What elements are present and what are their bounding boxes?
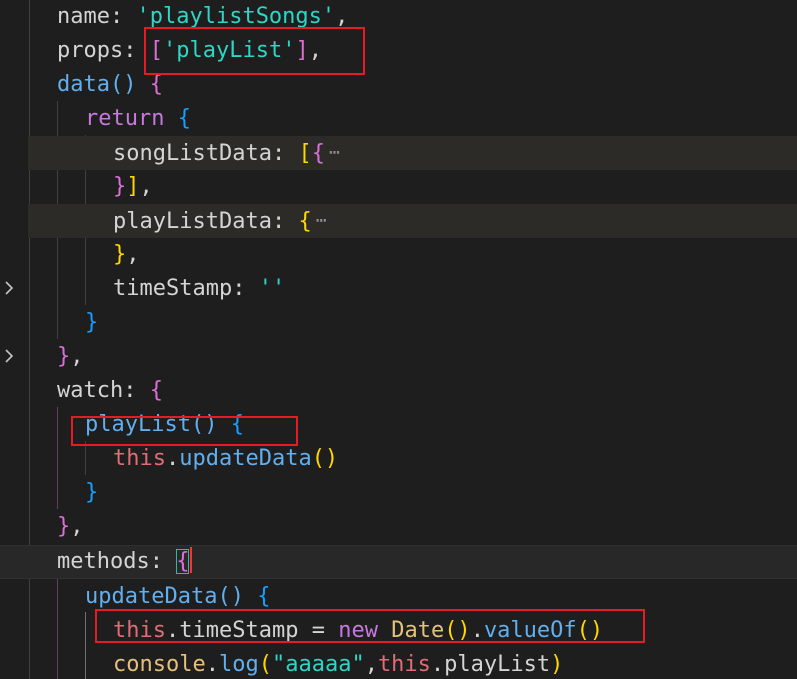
brace: { <box>311 141 325 166</box>
brace: { <box>298 209 312 234</box>
comma: , <box>139 174 153 199</box>
dot: . <box>430 652 445 677</box>
brace: } <box>57 344 71 369</box>
property-key: watch <box>57 378 124 403</box>
code-editor[interactable]: name: 'playlistSongs', props: ['playList… <box>0 0 797 679</box>
code-line[interactable]: }], <box>0 170 797 204</box>
brace: { <box>257 584 271 609</box>
code-line[interactable]: }, <box>0 340 797 374</box>
code-line[interactable]: }, <box>0 238 797 272</box>
code-line[interactable]: watch: { <box>0 374 797 408</box>
colon: : <box>271 209 299 234</box>
keyword: return <box>85 106 165 131</box>
parens: () <box>311 446 339 471</box>
brace: } <box>85 480 99 505</box>
this-keyword: this <box>113 446 166 471</box>
code-line[interactable]: } <box>0 306 797 340</box>
function-name: updateData <box>179 446 312 471</box>
brace: } <box>57 514 71 539</box>
property-key: songListData <box>113 141 272 166</box>
parens: () <box>109 72 137 97</box>
code-line[interactable]: }, <box>0 510 797 544</box>
comma: , <box>70 514 84 539</box>
fold-ellipsis[interactable]: ⋯ <box>329 142 340 163</box>
property-key: methods <box>57 549 150 574</box>
code-line[interactable]: this.updateData() <box>0 442 797 476</box>
code-line[interactable]: console.log("aaaaa",this.playList) <box>0 648 797 679</box>
object-name: console <box>113 652 206 677</box>
comma: , <box>126 242 140 267</box>
comma: , <box>335 4 349 29</box>
code-line[interactable]: name: 'playlistSongs', <box>0 0 797 34</box>
colon: : <box>271 141 299 166</box>
dot: . <box>205 652 219 677</box>
brace: { <box>177 106 191 131</box>
paren: ( <box>258 652 272 677</box>
code-line[interactable]: } <box>0 476 797 510</box>
brace: } <box>113 242 127 267</box>
colon: : <box>232 276 259 301</box>
parens: () <box>217 584 244 609</box>
colon: : <box>123 378 150 403</box>
fold-ellipsis[interactable]: ⋯ <box>316 210 327 231</box>
brace: } <box>113 174 127 199</box>
string-literal: '' <box>258 276 286 301</box>
string-literal: "aaaaa" <box>271 652 365 677</box>
code-line-folded[interactable]: songListData: [{⋯ <box>0 136 797 295</box>
comma: , <box>70 344 84 369</box>
property: playList <box>444 652 551 677</box>
dot: . <box>165 446 180 471</box>
code-line[interactable]: props: ['playList'], <box>0 34 797 68</box>
code-line-current[interactable]: methods: { <box>0 545 797 579</box>
this-keyword: this <box>377 652 431 677</box>
bracket: [ <box>298 141 312 166</box>
text-cursor <box>190 547 193 573</box>
function-name: updateData <box>85 584 218 609</box>
brace: { <box>149 72 163 97</box>
property-key: props <box>57 38 124 63</box>
function-name: log <box>218 652 259 677</box>
property-key: name <box>57 4 110 29</box>
code-line[interactable]: timeStamp: '' <box>0 272 797 306</box>
code-line[interactable]: return { <box>0 102 797 136</box>
bracket: ] <box>126 174 140 199</box>
brace: } <box>85 310 99 335</box>
function-name: data <box>57 72 110 97</box>
annotation-box-watch-playlist <box>71 416 298 446</box>
paren: ) <box>550 652 564 677</box>
code-line-folded[interactable]: playListData: {⋯ <box>0 204 797 363</box>
brace: { <box>176 549 190 574</box>
colon: : <box>149 549 177 574</box>
brace: { <box>149 378 163 403</box>
property-key: timeStamp <box>113 276 233 301</box>
string-literal: 'playlistSongs' <box>136 4 336 29</box>
annotation-box-props <box>144 27 365 75</box>
colon: : <box>109 4 137 29</box>
comma: , <box>364 652 378 677</box>
property-key: playListData <box>113 209 272 234</box>
code-line[interactable]: data() { <box>0 68 797 102</box>
annotation-box-timestamp <box>95 609 645 643</box>
